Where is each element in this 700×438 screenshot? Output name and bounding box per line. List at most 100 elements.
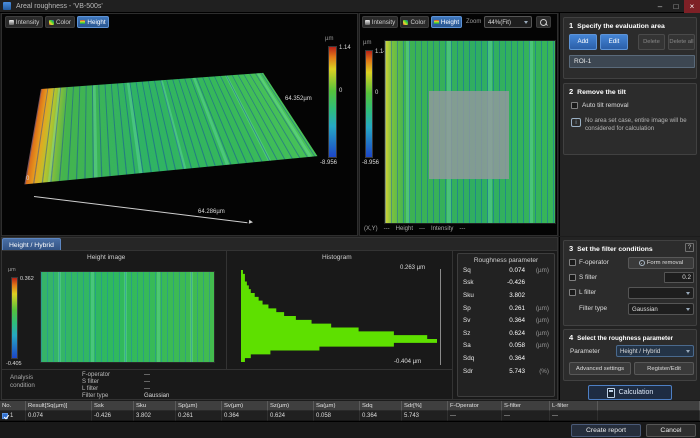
section4-header: 4 Select the roughness parameter: [569, 333, 673, 342]
analysis-tabstrip: Height / Hybrid: [1, 237, 558, 250]
evaluation-area-selection[interactable]: [429, 91, 509, 179]
param-row: Sv0.364(µm): [458, 314, 554, 327]
histogram-shape: [241, 270, 437, 362]
col-header: L-filter: [550, 401, 598, 411]
create-report-label: Create report: [586, 427, 626, 434]
roi-list-item[interactable]: ROI-1: [569, 55, 695, 68]
height-map-2d[interactable]: [384, 40, 556, 224]
param-unit: (%): [525, 368, 549, 375]
cell: ---: [448, 411, 502, 421]
param-value: 5.743: [485, 368, 525, 375]
param-name: Sv: [463, 317, 485, 324]
section3-number: 3: [569, 244, 573, 253]
parameter-select[interactable]: Height / Hybrid: [616, 345, 694, 357]
l-filter-select[interactable]: [628, 287, 694, 299]
auto-tilt-checkbox[interactable]: [571, 102, 578, 109]
col-header: No.: [0, 401, 26, 411]
app-window: Areal roughness - 'VB-500s' – □ × Intens…: [0, 0, 700, 438]
view3d-intensity-button[interactable]: Intensity: [5, 16, 43, 28]
param-name: Sq: [463, 267, 485, 274]
cursor-readout-bar: (X,Y) --- Height --- Intensity ---: [364, 226, 556, 232]
intensity-readout-label: Intensity: [431, 226, 453, 232]
cell: 0.261: [176, 411, 222, 421]
condition-name: F-operator: [82, 372, 144, 378]
parameter-label: Parameter: [570, 348, 600, 355]
condition-row: Filter typeGaussian: [82, 393, 169, 399]
s-filter-checkbox[interactable]: [569, 274, 576, 281]
window-title: Areal roughness - 'VB-500s': [16, 3, 652, 10]
analysis-condition-line2: condition: [10, 382, 35, 390]
colorbar-3d: [328, 46, 337, 158]
delete-area-button[interactable]: Delete: [638, 34, 665, 50]
filter-type-value: Gaussian: [632, 306, 658, 313]
parameter-value: Height / Hybrid: [620, 348, 660, 355]
colorbar-3d-mid: 0: [339, 88, 342, 94]
form-removal-label: Form removal: [647, 260, 683, 266]
param-row: Sdr5.743(%): [458, 365, 554, 378]
cell: 0.364: [222, 411, 268, 421]
color-icon: [49, 20, 54, 25]
divider: [452, 251, 453, 399]
col-header: Sa(µm): [314, 401, 360, 411]
l-filter-checkbox[interactable]: [569, 289, 576, 296]
view3d-color-button[interactable]: Color: [45, 16, 75, 28]
surface-3d-render[interactable]: [24, 73, 317, 185]
minimize-button[interactable]: –: [652, 0, 668, 13]
view2d-color-button[interactable]: Color: [400, 16, 429, 28]
filter-type-select[interactable]: Gaussian: [628, 303, 694, 315]
help-button[interactable]: ?: [685, 243, 694, 252]
edit-area-button[interactable]: Edit: [600, 34, 628, 50]
s-filter-label: S filter: [579, 274, 597, 281]
maximize-button[interactable]: □: [668, 0, 684, 13]
delete-label: Delete: [643, 39, 660, 45]
intensity-icon: [9, 20, 14, 25]
cell: -0.426: [92, 411, 134, 421]
section2-number: 2: [569, 87, 573, 96]
x-axis-arrow-icon: [249, 220, 253, 224]
view2d-height-label: Height: [441, 19, 459, 26]
view2d-height-button[interactable]: Height: [431, 16, 462, 28]
cancel-label: Cancel: [660, 427, 681, 434]
xy-value: ---: [384, 226, 390, 232]
f-operator-checkbox[interactable]: [569, 259, 576, 266]
add-area-button[interactable]: Add: [569, 34, 597, 50]
cancel-button[interactable]: Cancel: [646, 424, 696, 437]
s-filter-value-input[interactable]: [664, 272, 694, 283]
advanced-settings-button[interactable]: Advanced settings: [569, 362, 631, 375]
colorbar-3d-min: -8.956: [320, 160, 337, 166]
histogram-title: Histogram: [322, 254, 352, 261]
section1-header: 1 Specify the evaluation area: [569, 21, 665, 30]
cell: 3.802: [134, 411, 176, 421]
calculation-button[interactable]: Calculation: [588, 385, 672, 400]
param-value: 0.364: [485, 317, 525, 324]
delete-all-areas-button[interactable]: Delete all: [668, 34, 695, 50]
roughness-parameter-box: Roughness parameter Sq0.074(µm) Ssk-0.42…: [457, 253, 555, 397]
col-header: F-Operator: [448, 401, 502, 411]
height-colorbar-min: -0.405: [6, 361, 22, 367]
divider: [2, 369, 452, 370]
analysis-body: Height image Histogram µm 0.362 -0.405 0…: [1, 250, 558, 400]
row-checkbox[interactable]: [2, 413, 8, 419]
param-value: 0.364: [485, 355, 525, 362]
register-edit-button[interactable]: Register/Edit: [634, 362, 694, 375]
view2d-intensity-button[interactable]: Intensity: [362, 16, 398, 28]
filter-conditions-section: 3 Set the filter conditions ? F-operator…: [563, 240, 697, 326]
condition-name: Filter type: [82, 393, 144, 399]
create-report-button[interactable]: Create report: [571, 424, 641, 437]
magnifier-button[interactable]: [536, 16, 551, 28]
param-unit: (µm): [525, 330, 549, 337]
colorbar-3d-max: 1.14: [339, 45, 351, 51]
axis-depth-label: 64.352µm: [285, 96, 312, 102]
table-row[interactable]: 1 0.074 -0.426 3.802 0.261 0.364 0.624 0…: [0, 411, 700, 421]
f-operator-label: F-operator: [579, 259, 609, 266]
right-top-column: 1 Specify the evaluation area Add Edit D…: [559, 13, 700, 236]
close-button[interactable]: ×: [684, 0, 700, 13]
section2-header: 2 Remove the tilt: [569, 87, 626, 96]
param-row: Sa0.058(µm): [458, 340, 554, 353]
advanced-settings-label: Advanced settings: [576, 366, 624, 372]
auto-tilt-label: Auto tilt removal: [582, 102, 629, 109]
param-name: Sdq: [463, 355, 485, 362]
zoom-select[interactable]: 44%(Fit): [484, 16, 532, 28]
view3d-height-button[interactable]: Height: [77, 16, 109, 28]
form-removal-button[interactable]: Form removal: [628, 257, 694, 269]
